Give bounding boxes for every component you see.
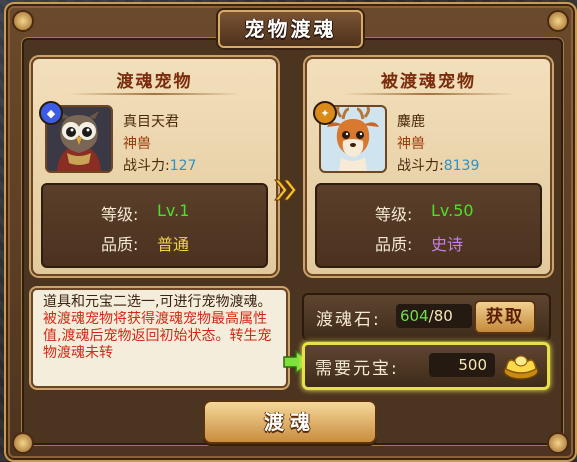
target-pet-stats: 等级: Lv.50 品质: 史诗 — [315, 183, 542, 268]
power-label: 战斗力: — [123, 158, 170, 174]
soul-transfer-button[interactable]: 渡魂 — [203, 400, 377, 444]
level-value: Lv.50 — [431, 201, 474, 220]
source-pet-stats: 等级: Lv.1 品质: 普通 — [41, 183, 268, 268]
source-pet-rank: 神兽 — [123, 136, 151, 152]
target-pet-header: 被渡魂宠物 — [381, 72, 476, 92]
corner-ornament-icon — [12, 432, 34, 454]
quality-label: 品质: — [375, 235, 413, 254]
target-pet-name: 麋鹿 — [397, 114, 425, 130]
ingot-cost-row[interactable]: 需要元宝: 500 — [302, 342, 550, 390]
header-divider — [69, 93, 240, 95]
target-pet-power: 战斗力:8139 — [397, 155, 479, 175]
soul-stone-count: 604/80 — [396, 304, 472, 328]
quality-value: 史诗 — [431, 235, 464, 254]
source-pet-card: 渡魂宠物 ◆ 真目天君 神兽 战斗力:127 等级: Lv.1 品质: 普通 — [31, 57, 278, 276]
target-pet-card: 被渡魂宠物 ✦ 麋鹿 神兽 战斗力:8139 等级: Lv.50 品质: 史诗 — [305, 57, 552, 276]
description-text: 道具和元宝二选一,可进行宠物渡魂。被渡魂宠物将获得渡魂宠物最高属性值,渡魂后宠物… — [43, 294, 275, 362]
quality-label: 品质: — [101, 235, 139, 254]
transfer-arrow-icon — [273, 179, 297, 201]
soul-stone-current: 604 — [400, 307, 429, 325]
description-box: 道具和元宝二选一,可进行宠物渡魂。被渡魂宠物将获得渡魂宠物最高属性值,渡魂后宠物… — [31, 288, 288, 388]
description-normal: 道具和元宝二选一,可进行宠物渡魂。 — [43, 294, 272, 310]
power-label: 战斗力: — [397, 158, 444, 174]
gold-ingot-icon — [503, 355, 539, 380]
element-badge-icon: ✦ — [313, 101, 337, 125]
source-pet-header: 渡魂宠物 — [116, 72, 193, 92]
corner-ornament-icon — [547, 432, 569, 454]
power-value: 8139 — [443, 158, 480, 174]
source-pet-power: 战斗力:127 — [123, 155, 196, 175]
soul-stone-required: /80 — [428, 307, 453, 325]
ingot-cost-label: 需要元宝: — [315, 359, 399, 379]
ingot-cost-value: 500 — [429, 353, 495, 377]
source-pet-name: 真目天君 — [123, 114, 179, 130]
get-soul-stone-button[interactable]: 获取 — [474, 300, 536, 334]
target-pet-rank: 神兽 — [397, 136, 425, 152]
header-divider — [343, 93, 514, 95]
soul-stone-label: 渡魂石: — [316, 310, 381, 330]
quality-value: 普通 — [157, 235, 190, 254]
level-label: 等级: — [375, 205, 413, 224]
level-value: Lv.1 — [157, 201, 190, 220]
corner-ornament-icon — [547, 10, 569, 32]
element-badge-icon: ◆ — [39, 101, 63, 125]
description-highlight: 被渡魂宠物将获得渡魂宠物最高属性值,渡魂后宠物返回初始状态。转生宠物渡魂未转 — [43, 311, 272, 361]
level-label: 等级: — [101, 205, 139, 224]
power-value: 127 — [169, 158, 197, 174]
soul-stone-row: 渡魂石: 604/80 获取 — [302, 293, 551, 341]
corner-ornament-icon — [12, 10, 34, 32]
window-title: 宠物渡魂 — [218, 10, 363, 48]
